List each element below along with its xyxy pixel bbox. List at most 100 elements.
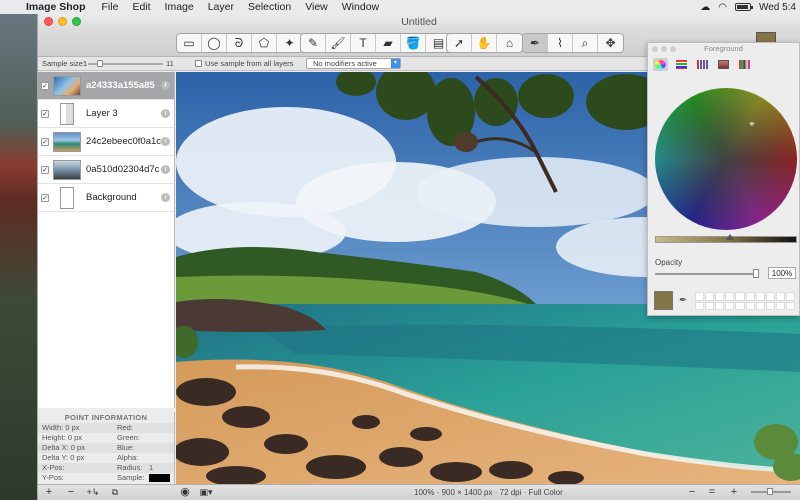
- zoom-slider-knob[interactable]: [767, 488, 773, 495]
- current-color-swatch[interactable]: [654, 291, 673, 310]
- menu-image[interactable]: Image: [158, 1, 201, 13]
- polygon-lasso-tool[interactable]: ⬠: [252, 34, 277, 52]
- crayons-tab[interactable]: [737, 58, 752, 71]
- opacity-slider-knob[interactable]: [753, 269, 759, 278]
- saved-swatch[interactable]: [775, 301, 785, 310]
- menu-view[interactable]: View: [298, 1, 335, 13]
- zoom-window-button[interactable]: [72, 17, 81, 26]
- pi-radius-value: 1: [149, 463, 154, 472]
- menubar-clock[interactable]: Wed 5:4: [759, 2, 796, 13]
- remove-layer-button[interactable]: −: [64, 486, 78, 499]
- color-wheel[interactable]: ⌖: [655, 88, 797, 230]
- modifiers-select[interactable]: No modifiers active ▾: [306, 58, 401, 69]
- saved-swatch[interactable]: [785, 301, 795, 310]
- saved-swatch[interactable]: [765, 292, 775, 301]
- menu-selection[interactable]: Selection: [241, 1, 298, 13]
- hand-tool[interactable]: ✋: [472, 34, 497, 52]
- wifi-icon[interactable]: ◠: [718, 2, 727, 13]
- opacity-slider[interactable]: [655, 269, 759, 278]
- menu-layer[interactable]: Layer: [201, 1, 241, 13]
- saved-swatch[interactable]: [715, 292, 725, 301]
- saved-swatch[interactable]: [745, 301, 755, 310]
- stamp-tool[interactable]: ⌂: [497, 34, 522, 52]
- zoom-in-button[interactable]: +: [728, 486, 740, 499]
- color-palettes-tab[interactable]: [695, 58, 710, 71]
- move-arrow-tool[interactable]: ➚: [447, 34, 472, 52]
- eraser-tool[interactable]: ▰: [376, 34, 401, 52]
- zoom-out-button[interactable]: −: [686, 486, 698, 499]
- brush-tool[interactable]: 🖌: [326, 34, 351, 52]
- close-window-button[interactable]: [44, 17, 53, 26]
- layer-info-icon[interactable]: i: [161, 137, 170, 146]
- menu-edit[interactable]: Edit: [125, 1, 157, 13]
- panel-minimize-button[interactable]: [661, 46, 667, 52]
- pan-tool[interactable]: ✥: [598, 34, 623, 52]
- view-mode-dropdown[interactable]: ▣▾: [198, 486, 214, 499]
- saved-swatch[interactable]: [695, 292, 705, 301]
- saved-swatch[interactable]: [725, 292, 735, 301]
- image-palette-tab[interactable]: [716, 58, 731, 71]
- layer-visibility-checkbox[interactable]: ✓: [41, 137, 49, 146]
- saved-swatch[interactable]: [705, 301, 715, 310]
- saved-swatch[interactable]: [705, 292, 715, 301]
- app-name-menu[interactable]: Image Shop: [22, 1, 95, 13]
- minimize-window-button[interactable]: [58, 17, 67, 26]
- layer-visibility-checkbox[interactable]: ✓: [41, 81, 49, 90]
- saved-swatch[interactable]: [695, 301, 705, 310]
- layer-info-icon[interactable]: i: [161, 193, 170, 202]
- layer-row[interactable]: ✓ 24c2ebeec0f0a1c i: [38, 128, 174, 156]
- saved-swatch[interactable]: [785, 292, 795, 301]
- use-all-layers-checkbox[interactable]: [195, 60, 202, 67]
- eye-icon[interactable]: ◉: [178, 486, 192, 499]
- panel-close-button[interactable]: [652, 46, 658, 52]
- merge-layer-button[interactable]: ⧉: [108, 486, 122, 499]
- brightness-slider[interactable]: [655, 234, 797, 243]
- brightness-slider-knob[interactable]: [725, 234, 734, 240]
- add-layer-button[interactable]: +: [42, 486, 56, 499]
- layer-visibility-checkbox[interactable]: ✓: [41, 109, 49, 118]
- pencil-tool[interactable]: ✎: [301, 34, 326, 52]
- magic-wand-tool[interactable]: ✦: [277, 34, 302, 52]
- saved-swatch[interactable]: [775, 292, 785, 301]
- saved-swatch[interactable]: [715, 301, 725, 310]
- sample-size-slider-knob[interactable]: [97, 60, 103, 67]
- layer-info-icon[interactable]: i: [161, 109, 170, 118]
- ellipse-select-tool[interactable]: ◯: [202, 34, 227, 52]
- saved-swatch[interactable]: [755, 301, 765, 310]
- lasso-tool[interactable]: ᘐ: [227, 34, 252, 52]
- layer-row[interactable]: ✓ a24333a155a85 i: [38, 72, 174, 100]
- saved-swatch[interactable]: [765, 301, 775, 310]
- saved-swatch[interactable]: [735, 292, 745, 301]
- rect-select-tool[interactable]: ▭: [177, 34, 202, 52]
- zoom-actual-button[interactable]: =: [706, 486, 718, 499]
- layer-visibility-checkbox[interactable]: ✓: [41, 193, 49, 202]
- saved-swatch[interactable]: [735, 301, 745, 310]
- zoom-tool[interactable]: ⌕: [573, 34, 598, 52]
- battery-icon[interactable]: [734, 3, 753, 11]
- text-tool[interactable]: T: [351, 34, 376, 52]
- layer-row[interactable]: ✓ 0a510d02304d7c i: [38, 156, 174, 184]
- add-group-button[interactable]: +↳: [84, 486, 102, 499]
- layer-info-icon[interactable]: i: [161, 165, 170, 174]
- saved-swatch[interactable]: [725, 301, 735, 310]
- color-wheel-tab[interactable]: [653, 57, 668, 71]
- panel-zoom-button[interactable]: [670, 46, 676, 52]
- eyedropper-icon[interactable]: ✒: [679, 295, 687, 306]
- sample-size-slider[interactable]: [88, 60, 163, 67]
- cloud-icon[interactable]: ☁: [700, 2, 710, 13]
- zoom-slider[interactable]: [751, 488, 791, 495]
- opacity-value-field[interactable]: 100%: [768, 267, 796, 279]
- layer-info-icon[interactable]: i: [161, 81, 170, 90]
- paint-bucket-tool[interactable]: 🪣: [401, 34, 426, 52]
- menu-file[interactable]: File: [95, 1, 126, 13]
- color-wheel-cursor[interactable]: ⌖: [747, 120, 757, 130]
- color-sliders-tab[interactable]: [674, 58, 689, 71]
- saved-swatch[interactable]: [755, 292, 765, 301]
- smudge-tool[interactable]: ⌇: [548, 34, 573, 52]
- layer-row[interactable]: ✓ Background i: [38, 184, 174, 212]
- eyedropper-tool[interactable]: ✒: [523, 34, 548, 52]
- saved-swatch[interactable]: [745, 292, 755, 301]
- layer-visibility-checkbox[interactable]: ✓: [41, 165, 49, 174]
- layer-row[interactable]: ✓ Layer 3 i: [38, 100, 174, 128]
- menu-window[interactable]: Window: [335, 1, 386, 13]
